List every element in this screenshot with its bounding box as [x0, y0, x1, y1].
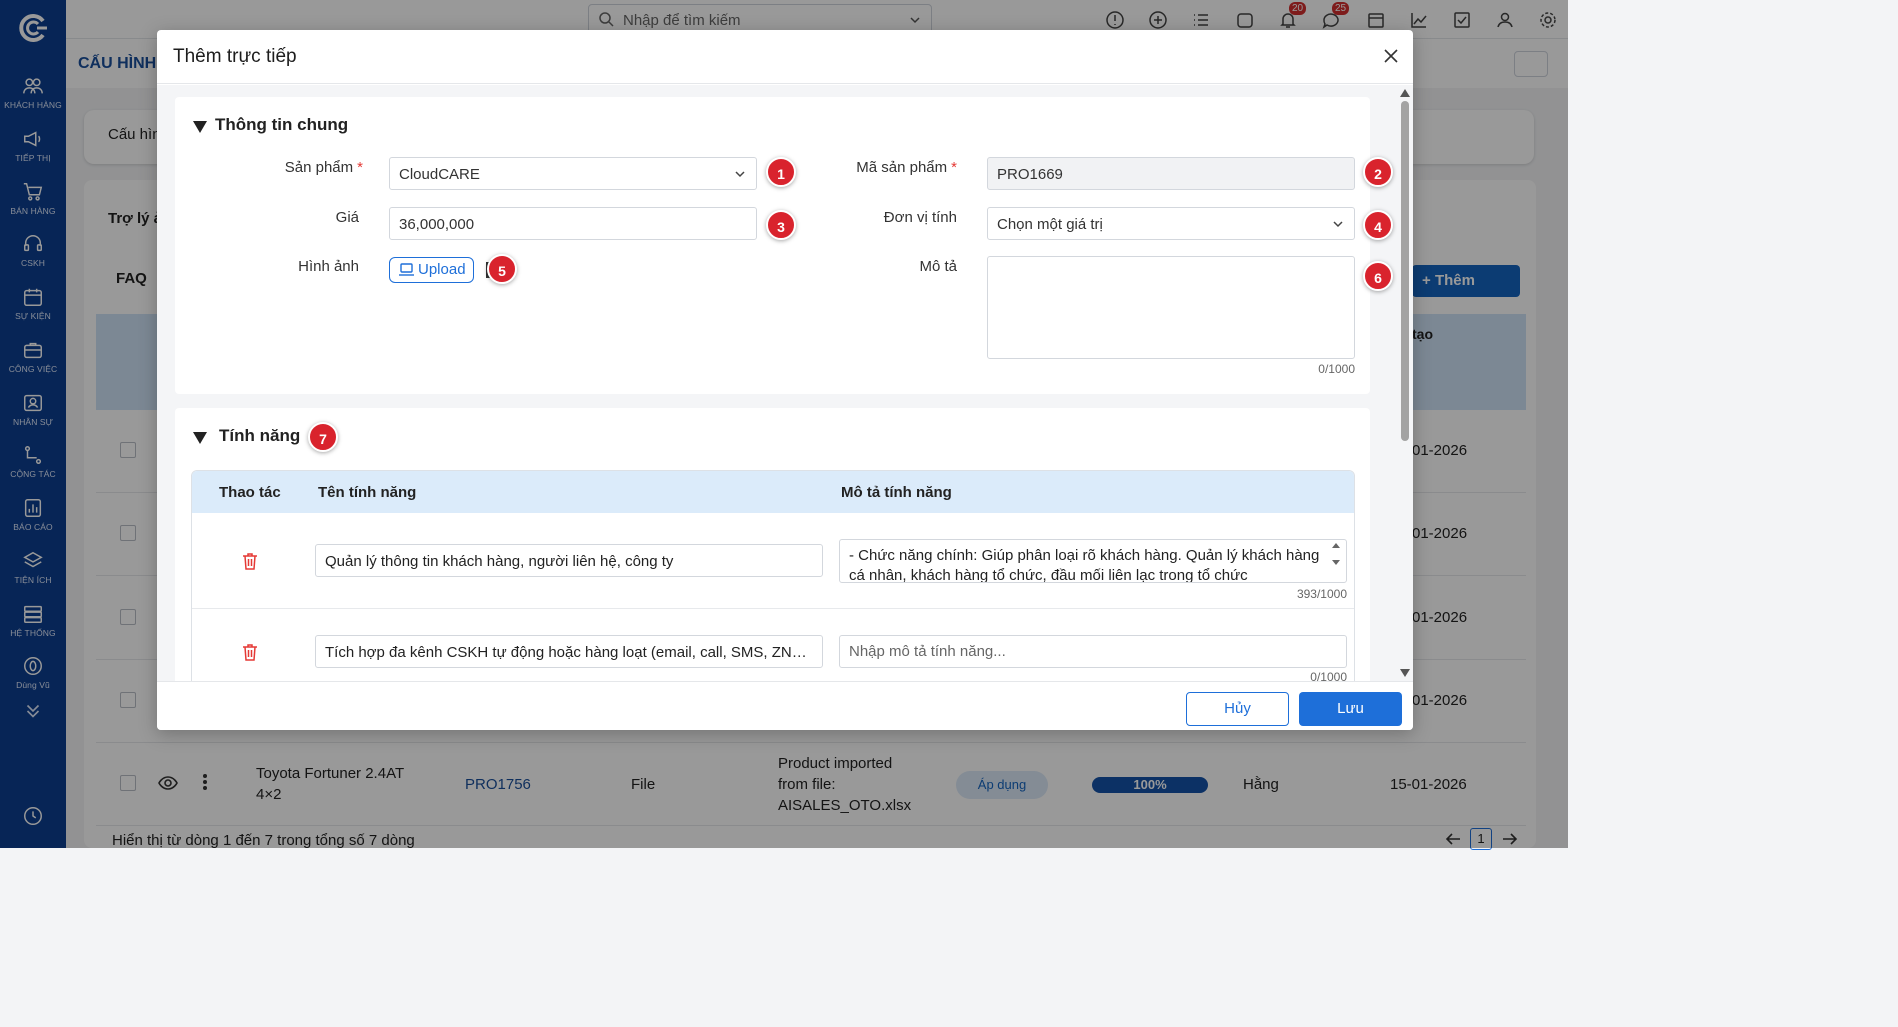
column-feature-desc: Mô tả tính năng: [841, 484, 952, 501]
cancel-button[interactable]: Hủy: [1186, 692, 1289, 726]
marker-2: 2: [1363, 157, 1393, 187]
description-counter: 0/1000: [1318, 362, 1355, 376]
product-label-text: Sản phẩm: [284, 159, 354, 176]
upload-label: Upload: [418, 261, 466, 278]
feature-row: Quản lý thông tin khách hàng, người liên…: [192, 513, 1354, 609]
marker-7: 7: [308, 422, 338, 452]
features-table: Thao tác Tên tính năng Mô tả tính năng Q…: [191, 470, 1355, 681]
image-label: Hình ảnh: [298, 258, 359, 275]
trash-icon[interactable]: [242, 643, 258, 661]
features-section: Tính năng 7 Thao tác Tên tính năng Mô tả…: [175, 408, 1370, 681]
unit-select[interactable]: Chọn một giá trị: [987, 207, 1355, 240]
feature-row: Tích hợp đa kênh CSKH tự động hoặc hàng …: [192, 609, 1354, 681]
marker-5: 5: [487, 254, 517, 284]
feature-desc-text: - Chức năng chính: Giúp phân loại rõ khá…: [849, 547, 1320, 583]
trash-icon[interactable]: [242, 552, 258, 570]
feature-name-input[interactable]: Tích hợp đa kênh CSKH tự động hoặc hàng …: [315, 635, 823, 668]
product-value: CloudCARE: [399, 166, 480, 183]
feature-desc-textarea[interactable]: - Chức năng chính: Giúp phân loại rõ khá…: [839, 539, 1347, 583]
marker-3: 3: [766, 210, 796, 240]
code-label: Mã sản phẩm *: [815, 159, 957, 176]
features-table-header: Thao tác Tên tính năng Mô tả tính năng: [192, 471, 1354, 513]
section-title: Tính năng: [219, 426, 301, 445]
scrollbar-thumb[interactable]: [1401, 101, 1409, 441]
upload-button[interactable]: Upload: [389, 257, 474, 283]
laptop-icon: [399, 263, 414, 276]
dialog-body: Thông tin chung Sản phẩm * CloudCARE 1 Mã…: [157, 85, 1397, 681]
chevron-down-icon: [735, 171, 745, 178]
marker-1: 1: [766, 157, 796, 187]
section-title: Thông tin chung: [215, 115, 349, 134]
dialog-footer: Hủy Lưu: [157, 681, 1413, 730]
collapse-triangle-icon[interactable]: [193, 432, 207, 444]
required-marker: *: [951, 159, 957, 176]
scroll-up-icon[interactable]: [1400, 89, 1410, 97]
chevron-down-icon: [1333, 221, 1343, 228]
dialog-title: Thêm trực tiếp: [173, 46, 297, 67]
product-code-field[interactable]: PRO1669: [987, 157, 1355, 190]
column-feature-name: Tên tính năng: [318, 484, 417, 501]
unit-placeholder: Chọn một giá trị: [997, 216, 1103, 233]
product-label: Sản phẩm *: [255, 159, 363, 176]
price-input[interactable]: 36,000,000: [389, 207, 757, 240]
general-info-section: Thông tin chung Sản phẩm * CloudCARE 1 Mã…: [175, 97, 1393, 394]
save-button[interactable]: Lưu: [1299, 692, 1402, 726]
feature-name-input[interactable]: Quản lý thông tin khách hàng, người liên…: [315, 544, 823, 577]
collapse-triangle-icon[interactable]: [193, 121, 207, 133]
close-icon[interactable]: [1381, 46, 1401, 66]
price-value: 36,000,000: [399, 216, 475, 233]
marker-6: 6: [1363, 261, 1393, 291]
scroll-arrows-icon[interactable]: [1331, 542, 1341, 566]
feature-desc-counter: 0/1000: [1310, 670, 1347, 681]
unit-label: Đơn vị tính: [883, 209, 957, 226]
product-select[interactable]: CloudCARE: [389, 157, 757, 190]
price-label: Giá: [335, 209, 359, 226]
feature-desc-textarea[interactable]: Nhập mô tả tính năng...: [839, 635, 1347, 668]
dialog-header: Thêm trực tiếp: [157, 30, 1413, 84]
description-textarea[interactable]: [987, 256, 1355, 359]
column-action: Thao tác: [219, 484, 281, 501]
description-label: Mô tả: [919, 258, 957, 275]
feature-desc-counter: 393/1000: [1296, 587, 1347, 601]
required-marker: *: [357, 159, 363, 176]
code-label-text: Mã sản phẩm: [856, 159, 948, 176]
product-code-value: PRO1669: [997, 166, 1063, 183]
add-direct-dialog: Thêm trực tiếp Thông tin chung Sản phẩm *…: [157, 30, 1413, 730]
feature-desc-placeholder: Nhập mô tả tính năng...: [849, 643, 1006, 660]
marker-4: 4: [1363, 210, 1393, 240]
dialog-scrollbar[interactable]: [1397, 85, 1413, 681]
scroll-down-icon[interactable]: [1400, 669, 1410, 677]
